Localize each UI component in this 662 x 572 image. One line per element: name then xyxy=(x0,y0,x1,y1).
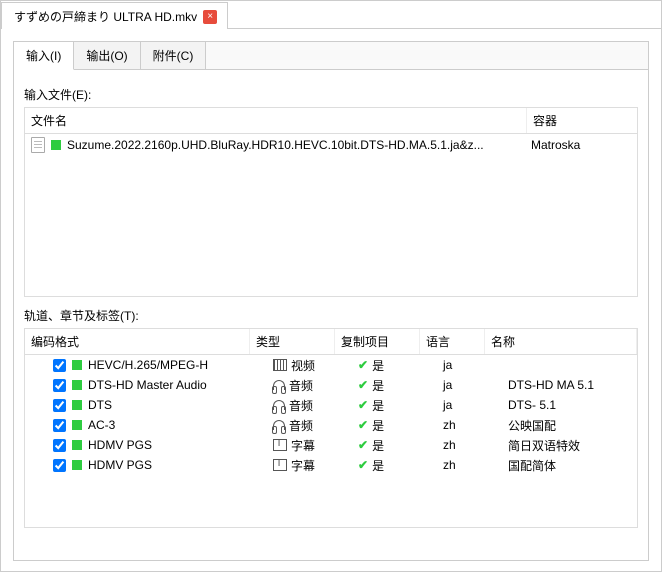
checkmark-icon: ✔ xyxy=(358,358,368,372)
color-swatch xyxy=(72,440,82,450)
track-checkbox[interactable] xyxy=(53,459,66,472)
tab-input[interactable]: 输入(I) xyxy=(14,42,74,70)
color-swatch xyxy=(72,460,82,470)
window-tab-bar: すずめの戸締まり ULTRA HD.mkv × xyxy=(1,1,661,29)
tracks-header-lang[interactable]: 语言 xyxy=(420,329,485,354)
files-header-container[interactable]: 容器 xyxy=(527,108,637,133)
tab-output[interactable]: 输出(O) xyxy=(74,42,140,69)
track-row[interactable]: HDMV PGS字幕✔是zh简日双语特效 xyxy=(25,435,637,455)
track-row[interactable]: HEVC/H.265/MPEG-H视频✔是ja xyxy=(25,355,637,375)
main-panel: 输入(I) 输出(O) 附件(C) 输入文件(E): 文件名 容器 Suzume… xyxy=(13,41,649,561)
close-tab-button[interactable]: × xyxy=(203,10,217,24)
document-icon xyxy=(31,137,45,153)
checkmark-icon: ✔ xyxy=(358,378,368,392)
checkmark-icon: ✔ xyxy=(358,418,368,432)
tracks-header-name[interactable]: 名称 xyxy=(485,329,637,354)
checkmark-icon: ✔ xyxy=(358,438,368,452)
track-codec: AC-3 xyxy=(88,418,273,432)
tab-attachment[interactable]: 附件(C) xyxy=(141,42,207,69)
track-lang: zh xyxy=(443,458,508,472)
tracks-header-codec[interactable]: 编码格式 xyxy=(25,329,250,354)
color-swatch xyxy=(72,360,82,370)
track-row[interactable]: AC-3音频✔是zh公映国配 xyxy=(25,415,637,435)
tracks-label: 轨道、章节及标签(T): xyxy=(24,307,638,324)
tracks-header: 编码格式 类型 复制项目 语言 名称 xyxy=(25,329,637,355)
track-type: 音频 xyxy=(273,397,358,414)
track-copy: ✔是 xyxy=(358,457,443,474)
track-codec: HDMV PGS xyxy=(88,438,273,452)
track-row[interactable]: DTS音频✔是jaDTS- 5.1 xyxy=(25,395,637,415)
track-checkbox[interactable] xyxy=(53,379,66,392)
video-icon xyxy=(273,359,287,371)
tracks-list[interactable]: 编码格式 类型 复制项目 语言 名称 HEVC/H.265/MPEG-H视频✔是… xyxy=(24,328,638,528)
track-type: 音频 xyxy=(273,417,358,434)
track-name: 公映国配 xyxy=(508,417,631,434)
track-checkbox[interactable] xyxy=(53,419,66,432)
audio-icon xyxy=(273,380,285,390)
track-codec: HDMV PGS xyxy=(88,458,273,472)
track-type: 字幕 xyxy=(273,437,358,454)
color-swatch xyxy=(72,380,82,390)
track-lang: ja xyxy=(443,378,508,392)
track-codec: DTS xyxy=(88,398,273,412)
track-name: 国配简体 xyxy=(508,457,631,474)
file-name: Suzume.2022.2160p.UHD.BluRay.HDR10.HEVC.… xyxy=(67,138,531,152)
track-checkbox[interactable] xyxy=(53,359,66,372)
input-files-list[interactable]: 文件名 容器 Suzume.2022.2160p.UHD.BluRay.HDR1… xyxy=(24,107,638,297)
track-codec: DTS-HD Master Audio xyxy=(88,378,273,392)
track-type: 字幕 xyxy=(273,457,358,474)
input-files-label: 输入文件(E): xyxy=(24,86,638,103)
panel-tabs: 输入(I) 输出(O) 附件(C) xyxy=(14,42,648,70)
track-copy: ✔是 xyxy=(358,397,443,414)
subtitle-icon xyxy=(273,459,287,471)
checkmark-icon: ✔ xyxy=(358,398,368,412)
track-type: 音频 xyxy=(273,377,358,394)
file-row[interactable]: Suzume.2022.2160p.UHD.BluRay.HDR10.HEVC.… xyxy=(25,134,637,156)
track-row[interactable]: HDMV PGS字幕✔是zh国配简体 xyxy=(25,455,637,475)
files-header-filename[interactable]: 文件名 xyxy=(25,108,527,133)
track-lang: zh xyxy=(443,418,508,432)
track-name: 简日双语特效 xyxy=(508,437,631,454)
file-container: Matroska xyxy=(531,138,631,152)
audio-icon xyxy=(273,420,285,430)
track-name: DTS-HD MA 5.1 xyxy=(508,378,631,392)
subtitle-icon xyxy=(273,439,287,451)
tracks-header-copy[interactable]: 复制项目 xyxy=(335,329,420,354)
track-copy: ✔是 xyxy=(358,437,443,454)
audio-icon xyxy=(273,400,285,410)
track-copy: ✔是 xyxy=(358,357,443,374)
track-checkbox[interactable] xyxy=(53,439,66,452)
track-lang: ja xyxy=(443,398,508,412)
track-copy: ✔是 xyxy=(358,417,443,434)
files-header: 文件名 容器 xyxy=(25,108,637,134)
tracks-header-type[interactable]: 类型 xyxy=(250,329,335,354)
track-codec: HEVC/H.265/MPEG-H xyxy=(88,358,273,372)
track-name: DTS- 5.1 xyxy=(508,398,631,412)
track-checkbox[interactable] xyxy=(53,399,66,412)
panel-body: 输入文件(E): 文件名 容器 Suzume.2022.2160p.UHD.Bl… xyxy=(14,70,648,538)
color-swatch xyxy=(72,420,82,430)
color-swatch xyxy=(51,140,61,150)
color-swatch xyxy=(72,400,82,410)
window-tab[interactable]: すずめの戸締まり ULTRA HD.mkv × xyxy=(1,2,228,29)
track-copy: ✔是 xyxy=(358,377,443,394)
checkmark-icon: ✔ xyxy=(358,458,368,472)
track-lang: zh xyxy=(443,438,508,452)
window-tab-title: すずめの戸締まり ULTRA HD.mkv xyxy=(14,8,197,25)
track-row[interactable]: DTS-HD Master Audio音频✔是jaDTS-HD MA 5.1 xyxy=(25,375,637,395)
track-lang: ja xyxy=(443,358,508,372)
track-type: 视频 xyxy=(273,357,358,374)
